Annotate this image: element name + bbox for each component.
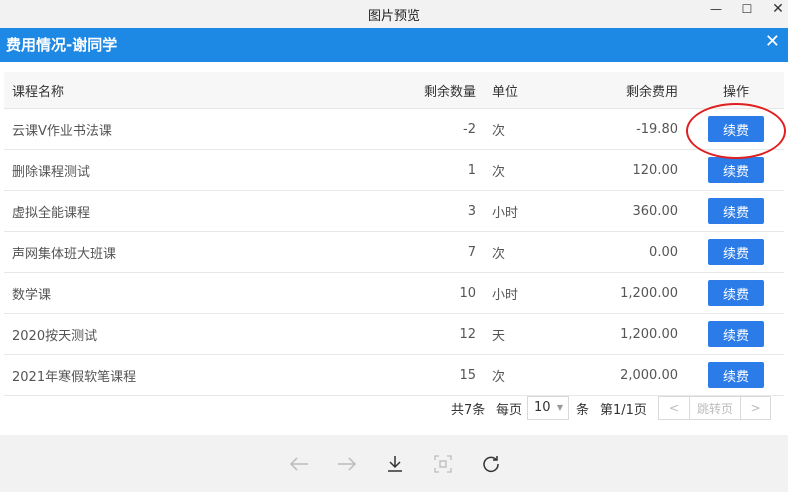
minimize-button[interactable]: —: [700, 0, 732, 20]
page-info: 第1/1页: [600, 403, 647, 418]
remaining-qty: 3: [467, 203, 476, 219]
next-page-button[interactable]: >: [740, 396, 771, 420]
table-row: 数学课 10 小时 1,200.00 续费: [4, 273, 784, 314]
renew-button[interactable]: 续费: [708, 280, 764, 306]
preview-toolbar: [0, 435, 788, 492]
window-close-button[interactable]: ✕: [762, 0, 788, 20]
renew-button[interactable]: 续费: [708, 321, 764, 347]
course-name: 数学课: [12, 287, 52, 303]
unit: 次: [492, 123, 506, 139]
renew-button[interactable]: 续费: [708, 157, 764, 183]
unit: 小时: [492, 287, 519, 303]
chevron-down-icon: ▼: [556, 403, 563, 412]
operation-cell: 续费: [694, 355, 778, 395]
remaining-fee: 1,200.00: [620, 285, 678, 301]
renew-button[interactable]: 续费: [708, 239, 764, 265]
course-name: 云课V作业书法课: [12, 123, 112, 139]
remaining-fee: 1,200.00: [620, 326, 678, 342]
page-size-value: 10: [534, 400, 551, 415]
download-icon[interactable]: [383, 452, 407, 476]
unit: 天: [492, 328, 506, 344]
remaining-fee: 360.00: [632, 203, 679, 219]
table-row: 2020按天测试 12 天 1,200.00 续费: [4, 314, 784, 355]
course-name: 声网集体班大班课: [12, 246, 117, 262]
fee-table: 课程名称 剩余数量 单位 剩余费用 操作 云课V作业书法课 -2 次 -19.8…: [4, 72, 784, 396]
course-name: 删除课程测试: [12, 164, 91, 180]
remaining-qty: 7: [467, 244, 476, 260]
table-row: 声网集体班大班课 7 次 0.00 续费: [4, 232, 784, 273]
remaining-qty: 12: [459, 326, 476, 342]
operation-cell: 续费: [694, 150, 778, 190]
remaining-qty: -2: [463, 121, 476, 137]
window-titlebar: 图片预览 — ☐ ✕: [0, 0, 788, 28]
remaining-qty: 15: [459, 367, 476, 383]
rotate-icon[interactable]: [479, 452, 503, 476]
jump-page-button[interactable]: 跳转页: [689, 396, 741, 420]
window-title: 图片预览: [367, 9, 420, 24]
header-course-name: 课程名称: [12, 84, 65, 100]
per-page-label: 每页: [496, 403, 523, 418]
table-header: 课程名称 剩余数量 单位 剩余费用 操作: [4, 72, 784, 109]
remaining-fee: -19.80: [636, 121, 678, 137]
operation-cell: 续费: [694, 273, 778, 313]
operation-cell: 续费: [694, 232, 778, 272]
pagination: 共7条 每页 10 ▼ 条 第1/1页 < 跳转页 >: [0, 392, 788, 422]
prev-page-button[interactable]: <: [658, 396, 690, 420]
header-remaining-qty: 剩余数量: [423, 84, 476, 100]
total-count: 共7条: [451, 403, 486, 418]
table-row: 删除课程测试 1 次 120.00 续费: [4, 150, 784, 191]
header-operation: 操作: [722, 84, 749, 100]
fee-dialog: 费用情况-谢同学 ✕ 课程名称 剩余数量 单位 剩余费用 操作 云课V作业书法课…: [0, 28, 788, 435]
table-row: 云课V作业书法课 -2 次 -19.80 续费: [4, 109, 784, 150]
dialog-close-icon[interactable]: ✕: [765, 31, 780, 52]
arrow-right-icon[interactable]: [335, 452, 359, 476]
operation-cell: 续费: [694, 191, 778, 231]
course-name: 虚拟全能课程: [12, 205, 91, 221]
dialog-header: 费用情况-谢同学 ✕: [0, 28, 788, 62]
remaining-qty: 1: [467, 162, 476, 178]
unit: 次: [492, 369, 506, 385]
remaining-qty: 10: [459, 285, 476, 301]
unit: 小时: [492, 205, 519, 221]
per-page-unit: 条: [576, 403, 590, 418]
renew-button[interactable]: 续费: [708, 116, 764, 142]
fit-screen-icon[interactable]: [431, 452, 455, 476]
table-row: 2021年寒假软笔课程 15 次 2,000.00 续费: [4, 355, 784, 396]
table-row: 虚拟全能课程 3 小时 360.00 续费: [4, 191, 784, 232]
remaining-fee: 0.00: [649, 244, 678, 260]
course-name: 2020按天测试: [12, 328, 98, 344]
remaining-fee: 2,000.00: [620, 367, 678, 383]
course-name: 2021年寒假软笔课程: [12, 369, 137, 385]
operation-cell: 续费: [694, 109, 778, 149]
unit: 次: [492, 164, 506, 180]
dialog-title: 费用情况-谢同学: [6, 36, 118, 54]
header-remaining-fee: 剩余费用: [625, 84, 678, 100]
remaining-fee: 120.00: [632, 162, 679, 178]
header-unit: 单位: [492, 84, 519, 100]
operation-cell: 续费: [694, 314, 778, 354]
unit: 次: [492, 246, 506, 262]
page-size-select[interactable]: 10 ▼: [527, 396, 569, 420]
renew-button[interactable]: 续费: [708, 198, 764, 224]
arrow-left-icon[interactable]: [287, 452, 311, 476]
maximize-button[interactable]: ☐: [731, 0, 763, 20]
renew-button[interactable]: 续费: [708, 362, 764, 388]
